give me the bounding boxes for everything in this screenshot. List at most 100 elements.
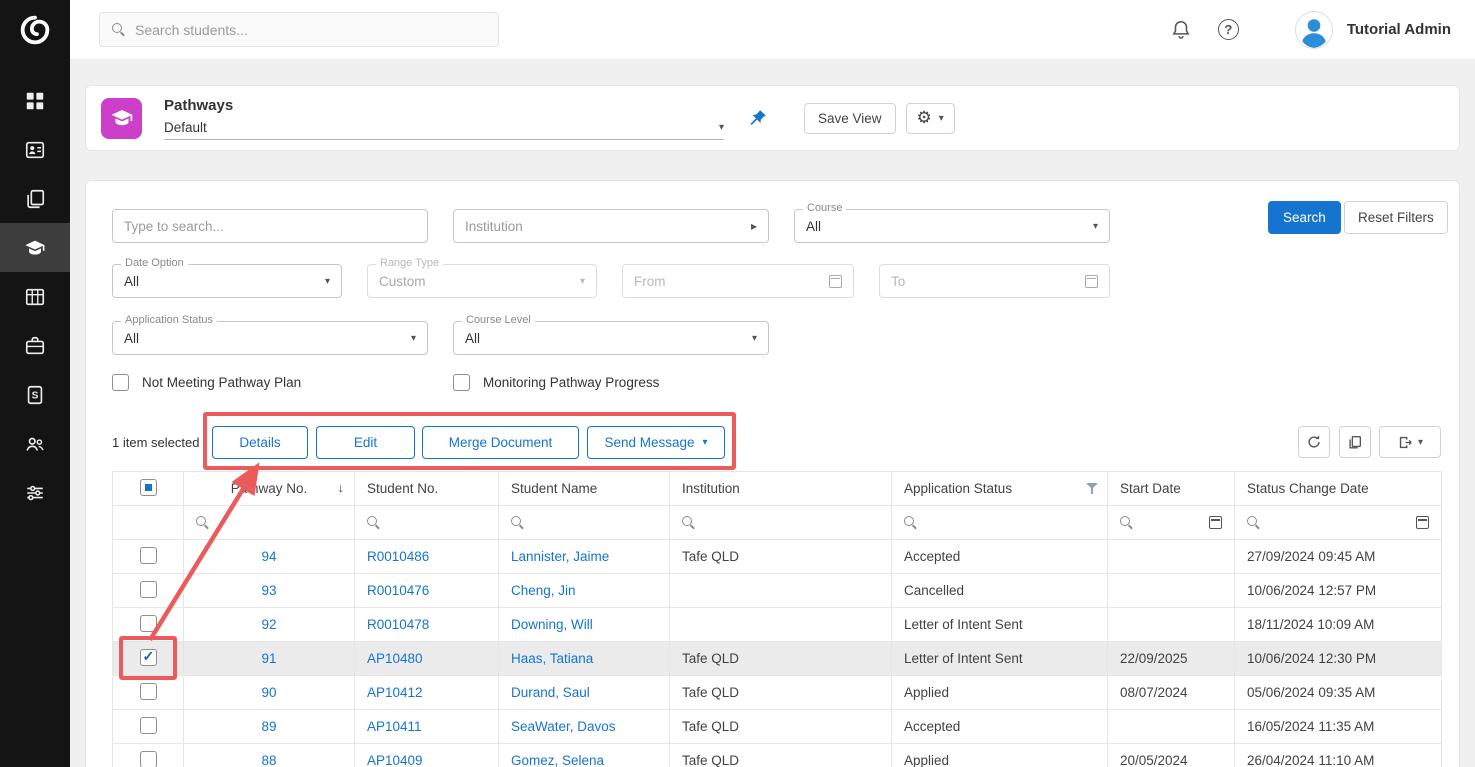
filter-text-search[interactable] <box>112 209 428 243</box>
send-message-button[interactable]: Send Message ▾ <box>587 426 725 459</box>
filter-cell-student-no[interactable] <box>355 506 499 540</box>
from-date-input[interactable] <box>634 274 829 289</box>
column-header-student-name[interactable]: Student Name <box>499 472 670 506</box>
row-checkbox[interactable] <box>140 751 157 767</box>
student-name-link[interactable]: Cheng, Jin <box>511 583 576 598</box>
course-level-select[interactable]: Course Level All ▾ <box>453 321 769 355</box>
global-search[interactable] <box>99 12 499 47</box>
column-header-student-no[interactable]: Student No. <box>355 472 499 506</box>
filter-text-search-input[interactable] <box>124 219 416 234</box>
table-row[interactable]: 93 R0010476 Cheng, Jin Cancelled 10/06/2… <box>113 574 1442 608</box>
table-row[interactable]: 94 R0010486 Lannister, Jaime Tafe QLD Ac… <box>113 540 1442 574</box>
notifications-button[interactable] <box>1170 19 1192 41</box>
search-icon[interactable] <box>1247 516 1260 529</box>
monitoring-pathway-progress-checkbox[interactable] <box>453 374 470 391</box>
avatar[interactable] <box>1295 11 1333 49</box>
filter-cell-start-date[interactable] <box>1108 506 1235 540</box>
sidebar-item-tables[interactable] <box>0 272 70 321</box>
sidebar-item-pathways[interactable] <box>0 223 70 272</box>
sidebar-item-dashboard[interactable] <box>0 76 70 125</box>
details-button[interactable]: Details <box>212 426 308 459</box>
search-button[interactable]: Search <box>1268 201 1341 234</box>
search-icon[interactable] <box>196 516 209 529</box>
student-no-link[interactable]: AP10411 <box>367 719 422 734</box>
search-icon[interactable] <box>682 516 695 529</box>
pathway-no-link[interactable]: 94 <box>261 549 276 564</box>
student-no-link[interactable]: R0010486 <box>367 549 429 564</box>
sidebar-item-agencies[interactable] <box>0 321 70 370</box>
institution-input[interactable] <box>465 219 751 234</box>
sidebar-item-documents[interactable] <box>0 174 70 223</box>
sidebar-item-invoices[interactable]: S <box>0 370 70 419</box>
student-name-link[interactable]: Lannister, Jaime <box>511 549 609 564</box>
institution-select[interactable]: ▸ <box>453 209 769 243</box>
date-option-select[interactable]: Date Option All ▾ <box>112 264 342 298</box>
pathway-no-link[interactable]: 93 <box>261 583 276 598</box>
row-checkbox[interactable] <box>140 649 157 666</box>
application-status-select[interactable]: Application Status All ▾ <box>112 321 428 355</box>
calendar-icon[interactable] <box>1209 516 1222 529</box>
pathway-no-link[interactable]: 90 <box>261 685 276 700</box>
table-row[interactable]: 89 AP10411 SeaWater, Davos Tafe QLD Acce… <box>113 710 1442 744</box>
student-name-link[interactable]: SeaWater, Davos <box>511 719 616 734</box>
table-row[interactable]: 90 AP10412 Durand, Saul Tafe QLD Applied… <box>113 676 1442 710</box>
global-search-input[interactable] <box>135 22 486 38</box>
to-date-input[interactable] <box>891 274 1085 289</box>
student-no-link[interactable]: AP10480 <box>367 651 423 666</box>
pin-view-button[interactable] <box>748 108 768 128</box>
student-name-link[interactable]: Downing, Will <box>511 617 593 632</box>
filter-cell-application-status[interactable] <box>892 506 1108 540</box>
student-no-link[interactable]: R0010476 <box>367 583 429 598</box>
merge-document-button[interactable]: Merge Document <box>422 426 579 459</box>
column-header-start-date[interactable]: Start Date <box>1108 472 1235 506</box>
reset-filters-button[interactable]: Reset Filters <box>1344 201 1448 234</box>
course-select[interactable]: Course All ▾ <box>794 209 1110 243</box>
filter-cell-student-name[interactable] <box>499 506 670 540</box>
row-checkbox[interactable] <box>140 581 157 598</box>
row-checkbox[interactable] <box>140 717 157 734</box>
student-no-link[interactable]: R0010478 <box>367 617 429 632</box>
table-row[interactable]: 92 R0010478 Downing, Will Letter of Inte… <box>113 608 1442 642</box>
range-type-select[interactable]: Range Type Custom ▾ <box>367 264 597 298</box>
sidebar-item-contacts[interactable] <box>0 419 70 468</box>
student-name-link[interactable]: Gomez, Selena <box>511 753 604 767</box>
sidebar-item-settings[interactable] <box>0 468 70 517</box>
row-checkbox[interactable] <box>140 615 157 632</box>
filter-funnel-icon[interactable] <box>1086 483 1098 495</box>
column-header-pathway-no[interactable]: Pathway No. ↓ <box>184 472 355 506</box>
search-icon[interactable] <box>511 516 524 529</box>
pathway-no-link[interactable]: 89 <box>261 719 276 734</box>
column-header-application-status[interactable]: Application Status <box>892 472 1108 506</box>
not-meeting-pathway-plan-checkbox[interactable] <box>112 374 129 391</box>
export-button[interactable]: ▾ <box>1379 426 1441 458</box>
filter-cell-status-change-date[interactable] <box>1235 506 1442 540</box>
search-icon[interactable] <box>367 516 380 529</box>
search-icon[interactable] <box>1120 516 1133 529</box>
table-row[interactable]: 91 AP10480 Haas, Tatiana Tafe QLD Letter… <box>113 642 1442 676</box>
help-button[interactable]: ? <box>1218 19 1239 40</box>
to-date-picker[interactable] <box>879 264 1110 298</box>
select-all-checkbox[interactable] <box>140 479 157 496</box>
calendar-icon[interactable] <box>1416 516 1429 529</box>
from-date-picker[interactable] <box>622 264 854 298</box>
search-icon[interactable] <box>904 516 917 529</box>
edit-button[interactable]: Edit <box>316 426 415 459</box>
refresh-button[interactable] <box>1298 426 1330 458</box>
table-row[interactable]: 88 AP10409 Gomez, Selena Tafe QLD Applie… <box>113 744 1442 767</box>
view-settings-button[interactable]: ⚙ ▾ <box>906 103 955 134</box>
pathway-no-link[interactable]: 91 <box>261 651 276 666</box>
student-no-link[interactable]: AP10409 <box>367 753 423 767</box>
student-name-link[interactable]: Haas, Tatiana <box>511 651 593 666</box>
pathway-no-link[interactable]: 88 <box>261 753 276 767</box>
column-header-institution[interactable]: Institution <box>670 472 892 506</box>
student-name-link[interactable]: Durand, Saul <box>511 685 590 700</box>
filter-cell-pathway-no[interactable] <box>184 506 355 540</box>
row-checkbox[interactable] <box>140 547 157 564</box>
filter-cell-institution[interactable] <box>670 506 892 540</box>
column-header-status-change-date[interactable]: Status Change Date <box>1235 472 1442 506</box>
pathway-no-link[interactable]: 92 <box>261 617 276 632</box>
view-select[interactable]: Default ▾ <box>164 120 724 140</box>
sidebar-item-students[interactable] <box>0 125 70 174</box>
row-checkbox[interactable] <box>140 683 157 700</box>
student-no-link[interactable]: AP10412 <box>367 685 423 700</box>
